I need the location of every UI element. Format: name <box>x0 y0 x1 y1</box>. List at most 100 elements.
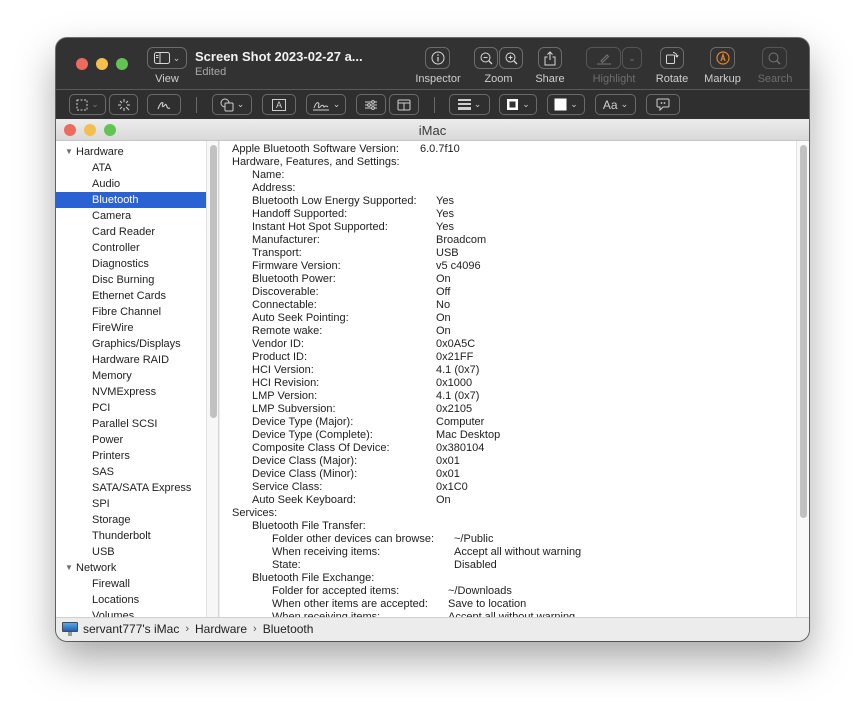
sidebar-scroll-thumb[interactable] <box>210 145 217 418</box>
markup-button[interactable] <box>710 47 735 69</box>
info-key: Device Type (Major): <box>252 416 354 428</box>
info-value: 4.1 (0x7) <box>436 390 480 402</box>
info-key: HCI Version: <box>252 364 314 376</box>
chevron-down-icon: ⌄ <box>620 99 629 109</box>
sidebar-item[interactable]: Diagnostics <box>56 256 206 272</box>
sidebar-item[interactable]: Storage <box>56 512 206 528</box>
close-button[interactable] <box>76 58 88 70</box>
info-value: Yes <box>436 221 454 233</box>
sidebar-group[interactable]: ▼ Network <box>56 560 206 576</box>
breadcrumb-computer[interactable]: servant777's iMac <box>83 622 179 636</box>
sidebar-item[interactable]: Bluetooth <box>56 192 206 208</box>
annotate-button[interactable] <box>646 94 680 115</box>
sidebar-item[interactable]: Locations <box>56 592 206 608</box>
sidebar-item[interactable]: USB <box>56 544 206 560</box>
preview-window: ⌄ View Screen Shot 2023-02-27 a... Edite… <box>56 38 809 641</box>
sidebar-item[interactable]: FireWire <box>56 320 206 336</box>
inspector-button[interactable] <box>425 47 450 69</box>
sidebar-item[interactable]: Thunderbolt <box>56 528 206 544</box>
sidebar-item[interactable]: Audio <box>56 176 206 192</box>
sidebar-item[interactable]: Fibre Channel <box>56 304 206 320</box>
info-key: Handoff Supported: <box>252 208 348 220</box>
info-value: 0x01 <box>436 455 460 467</box>
text-box-icon: A <box>271 98 286 111</box>
sidebar-item[interactable]: SPI <box>56 496 206 512</box>
border-color-button[interactable]: ⌄ <box>499 94 537 115</box>
sidebar-item[interactable]: Memory <box>56 368 206 384</box>
markup-label: Markup <box>704 73 741 85</box>
sidebar-item-label: SATA/SATA Express <box>92 482 192 494</box>
info-value: On <box>436 312 451 324</box>
sidebar-item-label: Parallel SCSI <box>92 418 158 430</box>
text-tool-button[interactable]: A <box>262 94 296 115</box>
zoom-label: Zoom <box>484 73 513 85</box>
sidebar-item-label: Firewall <box>92 578 130 590</box>
disclosure-triangle-icon[interactable]: ▼ <box>65 560 73 576</box>
sidebar-item-label: Locations <box>92 594 140 606</box>
info-value: USB <box>436 247 459 259</box>
info-row: Handoff Supported: Yes <box>220 208 796 221</box>
fill-color-button[interactable]: ⌄ <box>547 94 585 115</box>
adjust-color-button[interactable] <box>356 94 386 115</box>
zoom-out-button[interactable] <box>474 47 498 69</box>
sidebar-item-label: Printers <box>92 450 130 462</box>
sign-button[interactable]: ⌄ <box>306 94 346 115</box>
breadcrumb-item[interactable]: Bluetooth <box>263 622 314 636</box>
zoom-in-button[interactable] <box>499 47 523 69</box>
sidebar-item[interactable]: PCI <box>56 400 206 416</box>
sidebar-item[interactable]: Controller <box>56 240 206 256</box>
sidebar-group[interactable]: ▼ Hardware <box>56 144 206 160</box>
sidebar-item[interactable]: SAS <box>56 464 206 480</box>
sidebar-scrollbar[interactable] <box>206 141 219 617</box>
sidebar-item[interactable]: SATA/SATA Express <box>56 480 206 496</box>
detail-scroll-thumb[interactable] <box>800 145 807 518</box>
sidebar-item[interactable]: Parallel SCSI <box>56 416 206 432</box>
sketch-button[interactable] <box>147 94 181 115</box>
sidebar-item[interactable]: ATA <box>56 160 206 176</box>
sidebar-item-label: Bluetooth <box>92 194 139 206</box>
sidebar-item[interactable]: Camera <box>56 208 206 224</box>
info-icon <box>431 51 444 65</box>
rotate-button[interactable] <box>660 47 684 69</box>
info-value: Mac Desktop <box>436 429 501 441</box>
sidebar-item[interactable]: Disc Burning <box>56 272 206 288</box>
sidebar-item[interactable]: Ethernet Cards <box>56 288 206 304</box>
info-value: 0x2105 <box>436 403 473 415</box>
instant-alpha-button[interactable] <box>109 94 138 115</box>
info-row: Device Class (Major): 0x01 <box>220 455 796 468</box>
sidebar-item-label: Hardware RAID <box>92 354 170 366</box>
highlight-button <box>586 47 621 69</box>
share-label: Share <box>535 73 565 85</box>
info-value: Save to location <box>448 598 527 610</box>
breadcrumb-section[interactable]: Hardware <box>195 622 247 636</box>
sidebar-item[interactable]: Volumes <box>56 608 206 617</box>
sidebar-item-label: Volumes <box>92 610 135 617</box>
shapes-button[interactable]: ⌄ <box>212 94 252 115</box>
info-value: Yes <box>436 208 454 220</box>
search-button[interactable] <box>762 47 787 69</box>
fullscreen-button[interactable] <box>116 58 128 70</box>
search-icon <box>768 52 781 64</box>
detail-scrollbar[interactable] <box>796 141 809 617</box>
info-row: Transport: USB <box>220 247 796 260</box>
sidebar-item[interactable]: Printers <box>56 448 206 464</box>
disclosure-triangle-icon[interactable]: ▼ <box>65 144 73 160</box>
sidebar-item[interactable]: Hardware RAID <box>56 352 206 368</box>
text-style-button[interactable]: Aa ⌄ <box>595 94 636 115</box>
adjust-size-button[interactable] <box>389 94 419 115</box>
sidebar-item-label: Memory <box>92 370 132 382</box>
view-button[interactable]: ⌄ <box>147 47 187 69</box>
info-row: Discoverable: Off <box>220 286 796 299</box>
share-button[interactable] <box>538 47 562 69</box>
shape-style-button[interactable]: ⌄ <box>449 94 490 115</box>
sidebar-item[interactable]: Power <box>56 432 206 448</box>
info-row: Connectable: No <box>220 299 796 312</box>
sidebar-item[interactable]: Card Reader <box>56 224 206 240</box>
minimize-button[interactable] <box>96 58 108 70</box>
sidebar-item[interactable]: Graphics/Displays <box>56 336 206 352</box>
info-row: Remote wake: On <box>220 325 796 338</box>
selection-tool-button[interactable]: ⌄ <box>69 94 106 115</box>
sidebar-item[interactable]: Firewall <box>56 576 206 592</box>
info-row: Instant Hot Spot Supported: Yes <box>220 221 796 234</box>
sidebar-item[interactable]: NVMExpress <box>56 384 206 400</box>
